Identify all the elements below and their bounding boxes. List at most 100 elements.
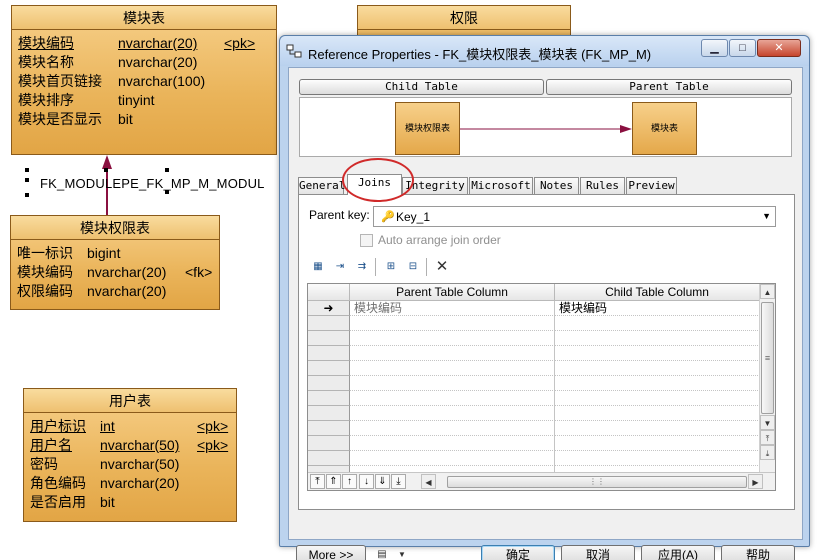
dialog-title: Reference Properties - FK_模块权限表_模块表 (FK_… [308, 47, 652, 62]
reference-properties-dialog: Reference Properties - FK_模块权限表_模块表 (FK_… [279, 35, 810, 560]
tab-microsoft[interactable]: Microsoft [469, 177, 533, 194]
selection-handle[interactable] [25, 178, 29, 182]
entity-module-permission-table[interactable]: 模块权限表 唯一标识 bigint 模块编码 nvarchar(20) <fk>… [10, 215, 220, 310]
entity-module-table[interactable]: 模块表 模块编码 nvarchar(20) <pk> 模块名称 nvarchar… [11, 5, 277, 155]
reuse-columns-icon[interactable]: ⇉ [353, 258, 371, 276]
parent-column-cell[interactable] [350, 406, 555, 421]
grid-navigation-bar: ⤒ ⇑ ↑ ↓ ⇓ ⤓ ◀ ⋮⋮ ▶ [308, 472, 775, 490]
child-column-cell[interactable] [555, 346, 760, 361]
column-type: nvarchar(20) [87, 283, 167, 299]
parent-column-cell[interactable]: 模块编码 [350, 301, 555, 316]
parent-key-dropdown[interactable]: 🔑 Key_1 ▼ [373, 206, 776, 227]
parent-column-cell[interactable] [350, 361, 555, 376]
scroll-bottom-icon[interactable]: ⤓ [760, 445, 775, 460]
parent-table-header[interactable]: Parent Table [546, 79, 792, 95]
child-column-cell[interactable] [555, 406, 760, 421]
tab-notes[interactable]: Notes [534, 177, 579, 194]
table-row[interactable] [308, 316, 766, 331]
grid-header-child-column[interactable]: Child Table Column [555, 284, 760, 301]
row-marker [308, 451, 350, 466]
print-icon[interactable]: ▤ [373, 546, 391, 560]
chevron-down-icon[interactable]: ▼ [393, 546, 411, 560]
relationship-label[interactable]: FK_MODULEPE_FK_MP_M_MODUL [40, 176, 265, 191]
grid-header-parent-column[interactable]: Parent Table Column [350, 284, 555, 301]
auto-arrange-checkbox[interactable] [360, 234, 373, 247]
parent-column-cell[interactable] [350, 451, 555, 466]
table-row[interactable] [308, 331, 766, 346]
tab-rules[interactable]: Rules [580, 177, 625, 194]
child-column-cell[interactable] [555, 421, 760, 436]
table-row[interactable] [308, 376, 766, 391]
scroll-right-icon[interactable]: ▶ [748, 474, 763, 489]
properties-icon[interactable]: ▦ [309, 258, 327, 276]
column-name: 模块编码 [18, 35, 74, 51]
move-up-icon[interactable]: ↑ [342, 474, 357, 489]
child-column-cell[interactable] [555, 376, 760, 391]
add-join-icon[interactable]: ⇥ [331, 258, 349, 276]
entity-user-table[interactable]: 用户表 用户标识 int <pk> 用户名 nvarchar(50) <pk> … [23, 388, 237, 522]
reference-preview: 模块权限表 模块表 [299, 97, 792, 157]
vertical-scrollbar[interactable]: ▲ ≡ ▼ ⤒ ⤓ [759, 284, 775, 474]
parent-column-cell[interactable] [350, 346, 555, 361]
child-table-box[interactable]: 模块权限表 [395, 102, 460, 155]
child-column-cell[interactable] [555, 436, 760, 451]
parent-column-cell[interactable] [350, 436, 555, 451]
selection-handle[interactable] [25, 168, 29, 172]
apply-button[interactable]: 应用(A) [641, 545, 715, 560]
move-top-icon[interactable]: ⤒ [310, 474, 325, 489]
help-button[interactable]: 帮助 [721, 545, 795, 560]
child-table-header[interactable]: Child Table [299, 79, 544, 95]
table-row[interactable]: ➜ 模块编码 模块编码 [308, 301, 766, 316]
child-column-cell[interactable] [555, 331, 760, 346]
add-row-icon[interactable]: ⊟ [404, 258, 422, 276]
entity-row: 用户标识 int <pk> [30, 417, 236, 436]
entity-module-title: 模块表 [12, 6, 276, 30]
minimize-button[interactable]: ▁ [701, 39, 728, 57]
close-button[interactable]: ✕ [757, 39, 801, 57]
dialog-titlebar[interactable]: Reference Properties - FK_模块权限表_模块表 (FK_… [280, 36, 809, 66]
table-row[interactable] [308, 436, 766, 451]
scroll-up-icon[interactable]: ▲ [760, 284, 775, 299]
scroll-left-icon[interactable]: ◀ [421, 474, 436, 489]
scroll-thumb[interactable]: ≡ [761, 302, 774, 414]
ok-button[interactable]: 确定 [481, 545, 555, 560]
parent-column-cell[interactable] [350, 421, 555, 436]
delete-icon[interactable]: ✕ [433, 258, 451, 276]
table-row[interactable] [308, 346, 766, 361]
scroll-top-icon[interactable]: ⤒ [760, 430, 775, 445]
move-bottom-icon[interactable]: ⤓ [391, 474, 406, 489]
move-down-page-icon[interactable]: ⇓ [375, 474, 390, 489]
child-column-cell[interactable] [555, 316, 760, 331]
selection-handle[interactable] [165, 168, 169, 172]
parent-column-cell[interactable] [350, 316, 555, 331]
move-up-page-icon[interactable]: ⇑ [326, 474, 341, 489]
table-row[interactable] [308, 361, 766, 376]
column-type: nvarchar(20) [87, 264, 167, 280]
parent-column-cell[interactable] [350, 391, 555, 406]
table-row[interactable] [308, 421, 766, 436]
more-button[interactable]: More >> [296, 545, 366, 560]
selection-handle[interactable] [104, 168, 108, 172]
child-column-cell[interactable] [555, 451, 760, 466]
table-row[interactable] [308, 406, 766, 421]
horizontal-scroll-thumb[interactable]: ⋮⋮ [447, 476, 747, 488]
insert-row-icon[interactable]: ⊞ [382, 258, 400, 276]
maximize-button[interactable]: □ [729, 39, 756, 57]
row-marker [308, 421, 350, 436]
scroll-down-icon[interactable]: ▼ [760, 415, 775, 430]
parent-table-box[interactable]: 模块表 [632, 102, 697, 155]
joins-grid[interactable]: Parent Table Column Child Table Column ➜… [307, 283, 776, 491]
cancel-button[interactable]: 取消 [561, 545, 635, 560]
child-column-cell[interactable] [555, 391, 760, 406]
child-column-cell[interactable] [555, 361, 760, 376]
table-row[interactable] [308, 391, 766, 406]
parent-column-cell[interactable] [350, 376, 555, 391]
child-column-cell[interactable]: 模块编码 [555, 301, 760, 316]
parent-column-cell[interactable] [350, 331, 555, 346]
selection-handle[interactable] [25, 193, 29, 197]
column-name: 角色编码 [30, 475, 86, 491]
tab-general[interactable]: General [298, 177, 345, 194]
table-row[interactable] [308, 451, 766, 466]
move-down-icon[interactable]: ↓ [359, 474, 374, 489]
tab-preview[interactable]: Preview [626, 177, 677, 194]
